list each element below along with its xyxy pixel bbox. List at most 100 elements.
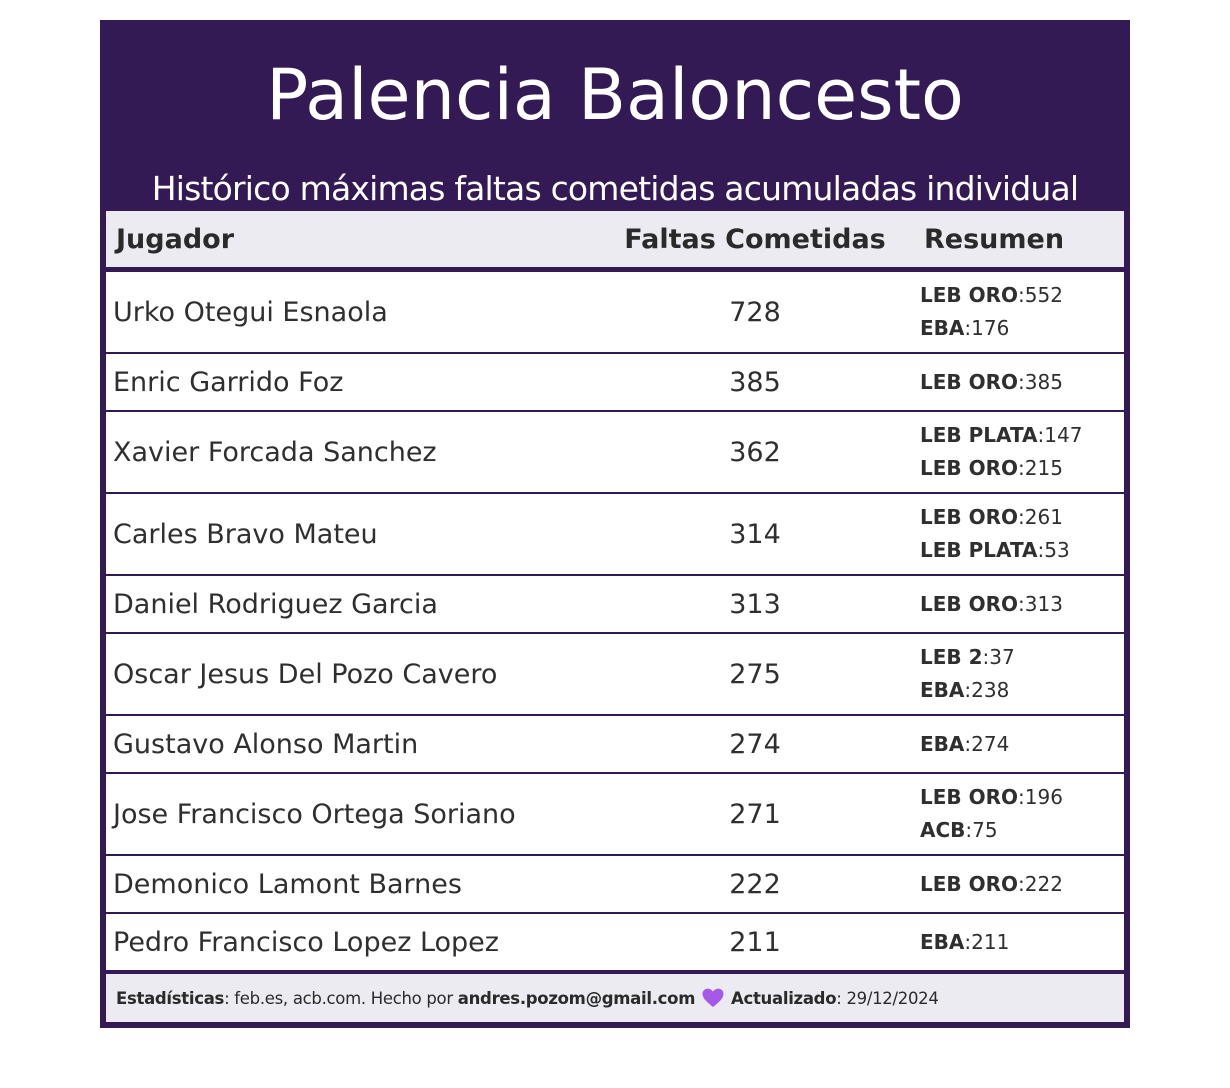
- separator: :: [1018, 591, 1025, 616]
- player-name: Jose Francisco Ortega Soriano: [113, 798, 516, 830]
- league-fouls: 238: [971, 678, 1010, 702]
- player-name: Enric Garrido Foz: [113, 366, 344, 398]
- table-row: Demonico Lamont Barnes 222 LEB ORO:222: [106, 856, 1124, 912]
- separator: :: [1018, 505, 1025, 529]
- summary-line: ACB:75: [920, 814, 998, 847]
- table-row: Gustavo Alonso Martin 274 EBA:274: [106, 716, 1124, 772]
- league-fouls: 385: [1024, 369, 1063, 394]
- footer: Estadísticas: feb.es, acb.com. Hecho por…: [106, 974, 1124, 1022]
- summary-line: LEB ORO:261: [920, 501, 1063, 534]
- league-name: LEB ORO: [920, 785, 1019, 809]
- player-name: Gustavo Alonso Martin: [113, 728, 419, 760]
- footer-updated-label: Actualizado: [731, 989, 837, 1008]
- league-fouls: 37: [989, 645, 1015, 669]
- player-name: Xavier Forcada Sanchez: [113, 436, 437, 468]
- player-name: Pedro Francisco Lopez Lopez: [113, 926, 499, 958]
- fouls-value: 271: [729, 798, 781, 830]
- league-name: LEB ORO: [920, 871, 1019, 896]
- separator: :: [1018, 369, 1025, 394]
- separator: :: [1018, 785, 1025, 809]
- summary-cell: LEB ORO:222: [920, 856, 1120, 912]
- league-name: LEB PLATA: [920, 538, 1038, 562]
- summary-line: EBA:274: [920, 728, 1009, 761]
- table-row: Oscar Jesus Del Pozo Cavero 275 LEB 2:37 EB…: [106, 634, 1124, 714]
- footer-stats-text: : feb.es, acb.com. Hecho por: [224, 989, 458, 1008]
- page-subtitle: Histórico máximas faltas cometidas acumu…: [151, 169, 1079, 208]
- fouls-value: 275: [729, 658, 781, 690]
- separator: :: [1018, 456, 1025, 480]
- table-row: Xavier Forcada Sanchez 362 LEB PLATA:147 LE…: [106, 412, 1124, 492]
- column-header-fouls: Faltas Cometidas: [624, 223, 886, 255]
- summary-line: EBA:238: [920, 674, 1009, 707]
- league-fouls: 53: [1044, 538, 1070, 562]
- league-name: EBA: [920, 731, 965, 756]
- table-row: Pedro Francisco Lopez Lopez 211 EBA:211: [106, 914, 1124, 970]
- separator: :: [1018, 871, 1025, 896]
- summary-line: LEB ORO:552: [920, 279, 1063, 312]
- separator: :: [1018, 283, 1025, 307]
- column-header-summary: Resumen: [924, 223, 1065, 255]
- heart-icon: [702, 988, 724, 1008]
- footer-author: andres.pozom@gmail.com: [457, 989, 696, 1008]
- league-fouls: 552: [1024, 283, 1063, 307]
- league-fouls: 222: [1024, 871, 1063, 896]
- summary-cell: EBA:274: [920, 716, 1120, 772]
- fouls-table: Jugador Faltas Cometidas Resumen Urko Ot…: [106, 211, 1124, 970]
- league-fouls: 176: [971, 316, 1010, 340]
- table-row: Carles Bravo Mateu 314 LEB ORO:261 LEB PLAT…: [106, 494, 1124, 574]
- player-name: Carles Bravo Mateu: [113, 518, 378, 550]
- fouls-value: 314: [729, 518, 781, 550]
- league-fouls: 261: [1024, 505, 1063, 529]
- league-name: LEB PLATA: [920, 423, 1038, 447]
- league-fouls: 147: [1044, 423, 1083, 447]
- league-name: EBA: [920, 929, 965, 954]
- fouls-value: 362: [729, 436, 781, 468]
- summary-cell: LEB ORO:552 EBA:176: [920, 272, 1120, 352]
- league-fouls: 75: [972, 818, 998, 842]
- league-name: EBA: [920, 316, 965, 340]
- table-row: Jose Francisco Ortega Soriano 271 LEB ORO:…: [106, 774, 1124, 854]
- player-name: Oscar Jesus Del Pozo Cavero: [113, 658, 498, 690]
- league-fouls: 313: [1024, 591, 1063, 616]
- summary-line: LEB ORO:196: [920, 781, 1063, 814]
- league-name: ACB: [920, 818, 966, 842]
- league-fouls: 211: [971, 929, 1010, 954]
- summary-line: LEB PLATA:147: [920, 419, 1082, 452]
- footer-updated-text: : 29/12/2024: [836, 989, 939, 1008]
- league-fouls: 274: [971, 731, 1010, 756]
- summary-line: LEB ORO:222: [920, 868, 1063, 901]
- summary-line: LEB ORO:313: [920, 588, 1063, 621]
- footer-stats-label: Estadísticas: [116, 989, 225, 1008]
- league-name: LEB ORO: [920, 591, 1019, 616]
- summary-line: LEB ORO:385: [920, 366, 1063, 399]
- table-header-row: Jugador Faltas Cometidas Resumen: [106, 211, 1124, 267]
- summary-cell: LEB ORO:385: [920, 354, 1120, 410]
- league-name: LEB ORO: [920, 283, 1019, 307]
- fouls-value: 385: [729, 366, 781, 398]
- fouls-value: 222: [729, 868, 781, 900]
- summary-cell: LEB PLATA:147 LEB ORO:215: [920, 412, 1120, 492]
- summary-line: EBA:176: [920, 312, 1009, 345]
- column-header-player: Jugador: [116, 223, 235, 255]
- summary-line: EBA:211: [920, 926, 1009, 959]
- player-name: Daniel Rodriguez Garcia: [113, 588, 438, 620]
- league-fouls: 196: [1024, 785, 1063, 809]
- table-row: Enric Garrido Foz 385 LEB ORO:385: [106, 354, 1124, 410]
- table-row: Urko Otegui Esnaola 728 LEB ORO:552 EBA:176: [106, 272, 1124, 352]
- summary-line: LEB 2:37: [920, 641, 1015, 674]
- summary-cell: LEB ORO:261 LEB PLATA:53: [920, 494, 1120, 574]
- summary-cell: LEB ORO:196 ACB:75: [920, 774, 1120, 854]
- player-name: Demonico Lamont Barnes: [113, 868, 462, 900]
- league-name: EBA: [920, 678, 965, 702]
- stats-card: Palencia Baloncesto Histórico máximas fa…: [100, 20, 1130, 1028]
- summary-cell: EBA:211: [920, 914, 1120, 970]
- player-name: Urko Otegui Esnaola: [113, 296, 388, 328]
- league-fouls: 215: [1024, 456, 1063, 480]
- table-row: Daniel Rodriguez Garcia 313 LEB ORO:313: [106, 576, 1124, 632]
- summary-cell: LEB 2:37 EBA:238: [920, 634, 1120, 714]
- fouls-value: 211: [729, 926, 781, 958]
- fouls-value: 313: [729, 588, 781, 620]
- summary-cell: LEB ORO:313: [920, 576, 1120, 632]
- page-title: Palencia Baloncesto: [266, 54, 964, 136]
- league-name: LEB ORO: [920, 369, 1019, 394]
